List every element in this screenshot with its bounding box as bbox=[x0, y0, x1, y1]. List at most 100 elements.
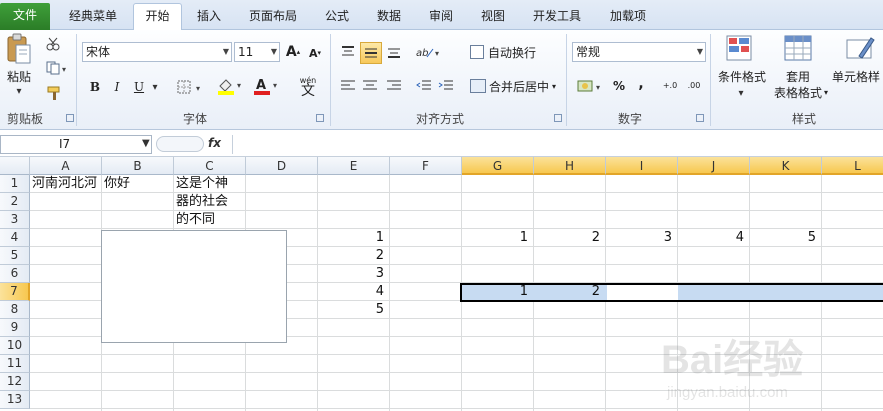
borders-icon[interactable]: ▾ bbox=[176, 78, 206, 96]
column-header-d[interactable]: D bbox=[246, 157, 318, 175]
cell-b1[interactable]: 你好 bbox=[104, 175, 172, 193]
format-as-table-button[interactable]: 表格格式 ▾ bbox=[768, 84, 834, 100]
row-header-13[interactable]: 13 bbox=[0, 391, 30, 409]
font-size-select[interactable]: 11 ▼ bbox=[234, 42, 280, 62]
tab-page-layout[interactable]: 页面布局 bbox=[238, 4, 308, 30]
tab-file[interactable]: 文件 bbox=[0, 3, 50, 30]
orientation-icon[interactable]: ab ▾ bbox=[414, 42, 442, 62]
align-left-icon[interactable] bbox=[338, 76, 358, 96]
tab-developer[interactable]: 开发工具 bbox=[522, 4, 592, 30]
row-header-9[interactable]: 9 bbox=[0, 319, 30, 337]
cell-e5[interactable]: 2 bbox=[318, 247, 390, 265]
copy-icon[interactable]: ▾ bbox=[44, 60, 72, 76]
cell-e8[interactable]: 5 bbox=[318, 301, 390, 319]
cell-e6[interactable]: 3 bbox=[318, 265, 390, 283]
cell-styles-button[interactable]: 单元格样 bbox=[832, 68, 883, 84]
column-header-e[interactable]: E bbox=[318, 157, 390, 175]
number-launcher-icon[interactable] bbox=[696, 114, 704, 122]
row-header-6[interactable]: 6 bbox=[0, 265, 30, 283]
column-header-a[interactable]: A bbox=[30, 157, 102, 175]
align-top-icon[interactable] bbox=[338, 42, 358, 62]
column-header-c[interactable]: C bbox=[174, 157, 246, 175]
grow-font-icon[interactable]: A ▴ bbox=[284, 42, 302, 62]
cut-icon[interactable] bbox=[44, 36, 62, 52]
tab-insert[interactable]: 插入 bbox=[188, 4, 230, 30]
tab-view[interactable]: 视图 bbox=[472, 4, 514, 30]
row-header-2[interactable]: 2 bbox=[0, 193, 30, 211]
decrease-indent-icon[interactable] bbox=[414, 76, 434, 96]
cell-a1[interactable]: 河南河北河 bbox=[32, 175, 102, 193]
formula-input[interactable] bbox=[232, 135, 883, 154]
tab-classic-menu[interactable]: 经典菜单 bbox=[58, 4, 128, 30]
cell-e4[interactable]: 1 bbox=[318, 229, 390, 247]
column-header-l[interactable]: L bbox=[822, 157, 883, 175]
tab-data[interactable]: 数据 bbox=[368, 4, 410, 30]
column-header-i[interactable]: I bbox=[606, 157, 678, 175]
clipboard-launcher-icon[interactable] bbox=[66, 114, 74, 122]
align-middle-icon[interactable] bbox=[360, 42, 382, 64]
format-painter-icon[interactable] bbox=[44, 84, 64, 102]
row-header-3[interactable]: 3 bbox=[0, 211, 30, 229]
cell-e7[interactable]: 4 bbox=[318, 283, 390, 301]
row-header-7[interactable]: 7 bbox=[0, 283, 30, 301]
row-header-10[interactable]: 10 bbox=[0, 337, 30, 355]
font-name-select[interactable]: 宋体 ▼ bbox=[82, 42, 232, 62]
column-header-k[interactable]: K bbox=[750, 157, 822, 175]
merge-center-button[interactable]: 合并后居中 ▾ bbox=[470, 76, 564, 96]
formula-bar-expand-icon[interactable] bbox=[156, 136, 204, 152]
cell-h7[interactable]: 2 bbox=[534, 283, 606, 301]
floating-text-box[interactable] bbox=[101, 230, 287, 343]
column-header-g[interactable]: G bbox=[462, 157, 534, 175]
shrink-font-icon[interactable]: A ▾ bbox=[306, 44, 324, 62]
increase-decimal-button[interactable]: +.0 bbox=[660, 76, 680, 96]
font-launcher-icon[interactable] bbox=[316, 114, 324, 122]
row-header-4[interactable]: 4 bbox=[0, 229, 30, 247]
column-header-j[interactable]: J bbox=[678, 157, 750, 175]
bold-button[interactable]: B bbox=[86, 78, 104, 96]
percent-button[interactable]: % bbox=[610, 76, 628, 96]
phonetic-guide-icon[interactable]: wén 文 bbox=[290, 72, 326, 100]
paste-dropdown-icon[interactable]: ▾ bbox=[14, 86, 24, 97]
cell-styles-icon[interactable] bbox=[842, 32, 878, 66]
row-header-12[interactable]: 12 bbox=[0, 373, 30, 391]
tab-addins[interactable]: 加载项 bbox=[600, 4, 656, 30]
format-as-table-icon[interactable] bbox=[780, 32, 816, 66]
cell-i4[interactable]: 3 bbox=[606, 229, 678, 247]
wrap-text-button[interactable]: 自动换行 bbox=[470, 42, 542, 62]
cell-c3[interactable]: 的不同 bbox=[176, 211, 244, 229]
row-header-5[interactable]: 5 bbox=[0, 247, 30, 265]
insert-function-button[interactable]: fx bbox=[208, 136, 221, 150]
name-box-dropdown-icon[interactable]: ▼ bbox=[142, 138, 150, 149]
cell-h4[interactable]: 2 bbox=[534, 229, 606, 247]
tab-formulas[interactable]: 公式 bbox=[316, 4, 358, 30]
currency-icon[interactable]: ▾ bbox=[576, 76, 606, 96]
cell-k4[interactable]: 5 bbox=[750, 229, 822, 247]
comma-button[interactable]: , bbox=[634, 74, 648, 94]
cell-c1[interactable]: 这是个神 bbox=[176, 175, 244, 193]
cell-j4[interactable]: 4 bbox=[678, 229, 750, 247]
row-header-1[interactable]: 1 bbox=[0, 175, 30, 193]
tab-home[interactable]: 开始 bbox=[133, 3, 182, 31]
paste-icon[interactable] bbox=[4, 32, 34, 66]
cell-c2[interactable]: 器的社会 bbox=[176, 193, 244, 211]
spreadsheet-grid[interactable]: A B C D E F G H I J K L 1 2 3 4 5 6 7 8 … bbox=[0, 157, 883, 411]
align-right-icon[interactable] bbox=[384, 76, 404, 96]
tab-review[interactable]: 审阅 bbox=[420, 4, 462, 30]
format-as-table-label1[interactable]: 套用 bbox=[778, 68, 818, 84]
align-center-icon[interactable] bbox=[360, 76, 380, 96]
underline-button[interactable]: U bbox=[130, 78, 148, 96]
row-header-11[interactable]: 11 bbox=[0, 355, 30, 373]
fill-color-icon[interactable]: ▾ bbox=[216, 76, 246, 96]
conditional-format-icon[interactable] bbox=[722, 32, 758, 66]
column-header-f[interactable]: F bbox=[390, 157, 462, 175]
column-header-b[interactable]: B bbox=[102, 157, 174, 175]
cell-g7[interactable]: 1 bbox=[462, 283, 534, 301]
row-header-8[interactable]: 8 bbox=[0, 301, 30, 319]
alignment-launcher-icon[interactable] bbox=[554, 114, 562, 122]
column-header-h[interactable]: H bbox=[534, 157, 606, 175]
font-color-icon[interactable]: A ▾ bbox=[252, 76, 282, 96]
name-box[interactable]: I7 bbox=[0, 135, 152, 154]
cell-g4[interactable]: 1 bbox=[462, 229, 534, 247]
align-bottom-icon[interactable] bbox=[384, 42, 404, 62]
increase-indent-icon[interactable] bbox=[436, 76, 456, 96]
